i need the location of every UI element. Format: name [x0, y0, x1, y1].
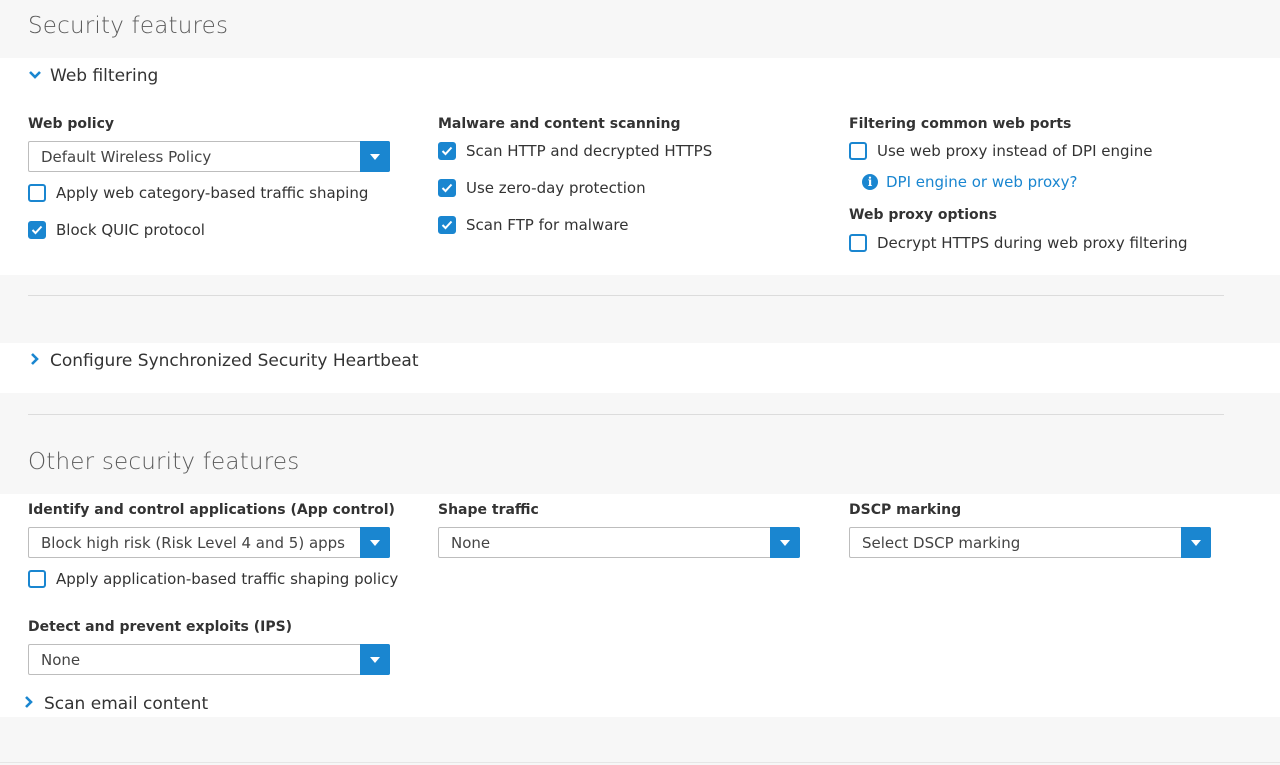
scan-http-label: Scan HTTP and decrypted HTTPS: [466, 142, 713, 160]
dpi-help-link[interactable]: DPI engine or web proxy?: [886, 173, 1077, 191]
scan-ftp-label: Scan FTP for malware: [466, 216, 629, 234]
web-filtering-toggle[interactable]: Web filtering: [28, 66, 158, 86]
apply-app-shaping-option[interactable]: Apply application-based traffic shaping …: [28, 570, 398, 588]
check-icon: [441, 220, 453, 230]
scan-email-toggle[interactable]: Scan email content: [22, 694, 208, 714]
app-control-value: Block high risk (Risk Level 4 and 5) app…: [41, 533, 345, 552]
apply-web-shaping-label: Apply web category-based traffic shaping: [56, 184, 369, 202]
block-quic-label: Block QUIC protocol: [56, 221, 205, 239]
info-icon: i: [862, 174, 878, 190]
ips-value: None: [41, 650, 81, 669]
check-icon: [31, 225, 43, 235]
use-web-proxy-label: Use web proxy instead of DPI engine: [877, 142, 1153, 160]
divider: [28, 414, 1224, 415]
block-quic-option[interactable]: Block QUIC protocol: [28, 221, 205, 239]
apply-web-shaping-option[interactable]: Apply web category-based traffic shaping: [28, 184, 368, 202]
scan-http-option[interactable]: Scan HTTP and decrypted HTTPS: [438, 142, 712, 160]
dscp-select[interactable]: Select DSCP marking: [849, 527, 1211, 558]
divider: [28, 295, 1224, 296]
scan-email-header: Scan email content: [44, 694, 209, 714]
caret-down-icon[interactable]: [1181, 527, 1211, 558]
section-title-security: Security features: [28, 13, 229, 39]
zero-day-label: Use zero-day protection: [466, 179, 646, 197]
caret-down-icon[interactable]: [360, 644, 390, 675]
app-control-select[interactable]: Block high risk (Risk Level 4 and 5) app…: [28, 527, 390, 558]
caret-down-icon[interactable]: [360, 141, 390, 172]
scan-http-checkbox[interactable]: [438, 142, 456, 160]
section-title-other: Other security features: [28, 449, 300, 475]
web-policy-value: Default Wireless Policy: [41, 147, 212, 166]
shape-traffic-label: Shape traffic: [438, 502, 539, 518]
caret-down-icon[interactable]: [360, 527, 390, 558]
chevron-right-icon: [22, 695, 36, 713]
zero-day-checkbox[interactable]: [438, 179, 456, 197]
scan-ftp-option[interactable]: Scan FTP for malware: [438, 216, 628, 234]
chevron-down-icon: [28, 68, 42, 84]
decrypt-https-checkbox[interactable]: [849, 234, 867, 252]
web-proxy-options-label: Web proxy options: [849, 207, 997, 223]
dscp-value: Select DSCP marking: [862, 533, 1021, 552]
heartbeat-toggle[interactable]: Configure Synchronized Security Heartbea…: [28, 351, 419, 371]
apply-app-shaping-label: Apply application-based traffic shaping …: [56, 570, 399, 588]
dpi-help[interactable]: i DPI engine or web proxy?: [862, 173, 1077, 191]
block-quic-checkbox[interactable]: [28, 221, 46, 239]
heartbeat-header: Configure Synchronized Security Heartbea…: [50, 351, 419, 371]
zero-day-option[interactable]: Use zero-day protection: [438, 179, 646, 197]
web-policy-select[interactable]: Default Wireless Policy: [28, 141, 390, 172]
dscp-label: DSCP marking: [849, 502, 962, 518]
caret-down-icon[interactable]: [770, 527, 800, 558]
ips-label: Detect and prevent exploits (IPS): [28, 619, 293, 635]
check-icon: [441, 183, 453, 193]
apply-app-shaping-checkbox[interactable]: [28, 570, 46, 588]
decrypt-https-label: Decrypt HTTPS during web proxy filtering: [877, 234, 1188, 252]
web-policy-label: Web policy: [28, 116, 114, 132]
scan-ftp-checkbox[interactable]: [438, 216, 456, 234]
chevron-right-icon: [28, 352, 42, 370]
shape-traffic-select[interactable]: None: [438, 527, 800, 558]
malware-scanning-label: Malware and content scanning: [438, 116, 681, 132]
decrypt-https-option[interactable]: Decrypt HTTPS during web proxy filtering: [849, 234, 1188, 252]
divider: [0, 762, 1280, 763]
check-icon: [441, 146, 453, 156]
ips-select[interactable]: None: [28, 644, 390, 675]
apply-web-shaping-checkbox[interactable]: [28, 184, 46, 202]
use-web-proxy-checkbox[interactable]: [849, 142, 867, 160]
web-ports-label: Filtering common web ports: [849, 116, 1072, 132]
use-web-proxy-option[interactable]: Use web proxy instead of DPI engine: [849, 142, 1152, 160]
shape-traffic-value: None: [451, 533, 491, 552]
app-control-label: Identify and control applications (App c…: [28, 502, 395, 518]
web-filtering-header: Web filtering: [50, 66, 159, 86]
